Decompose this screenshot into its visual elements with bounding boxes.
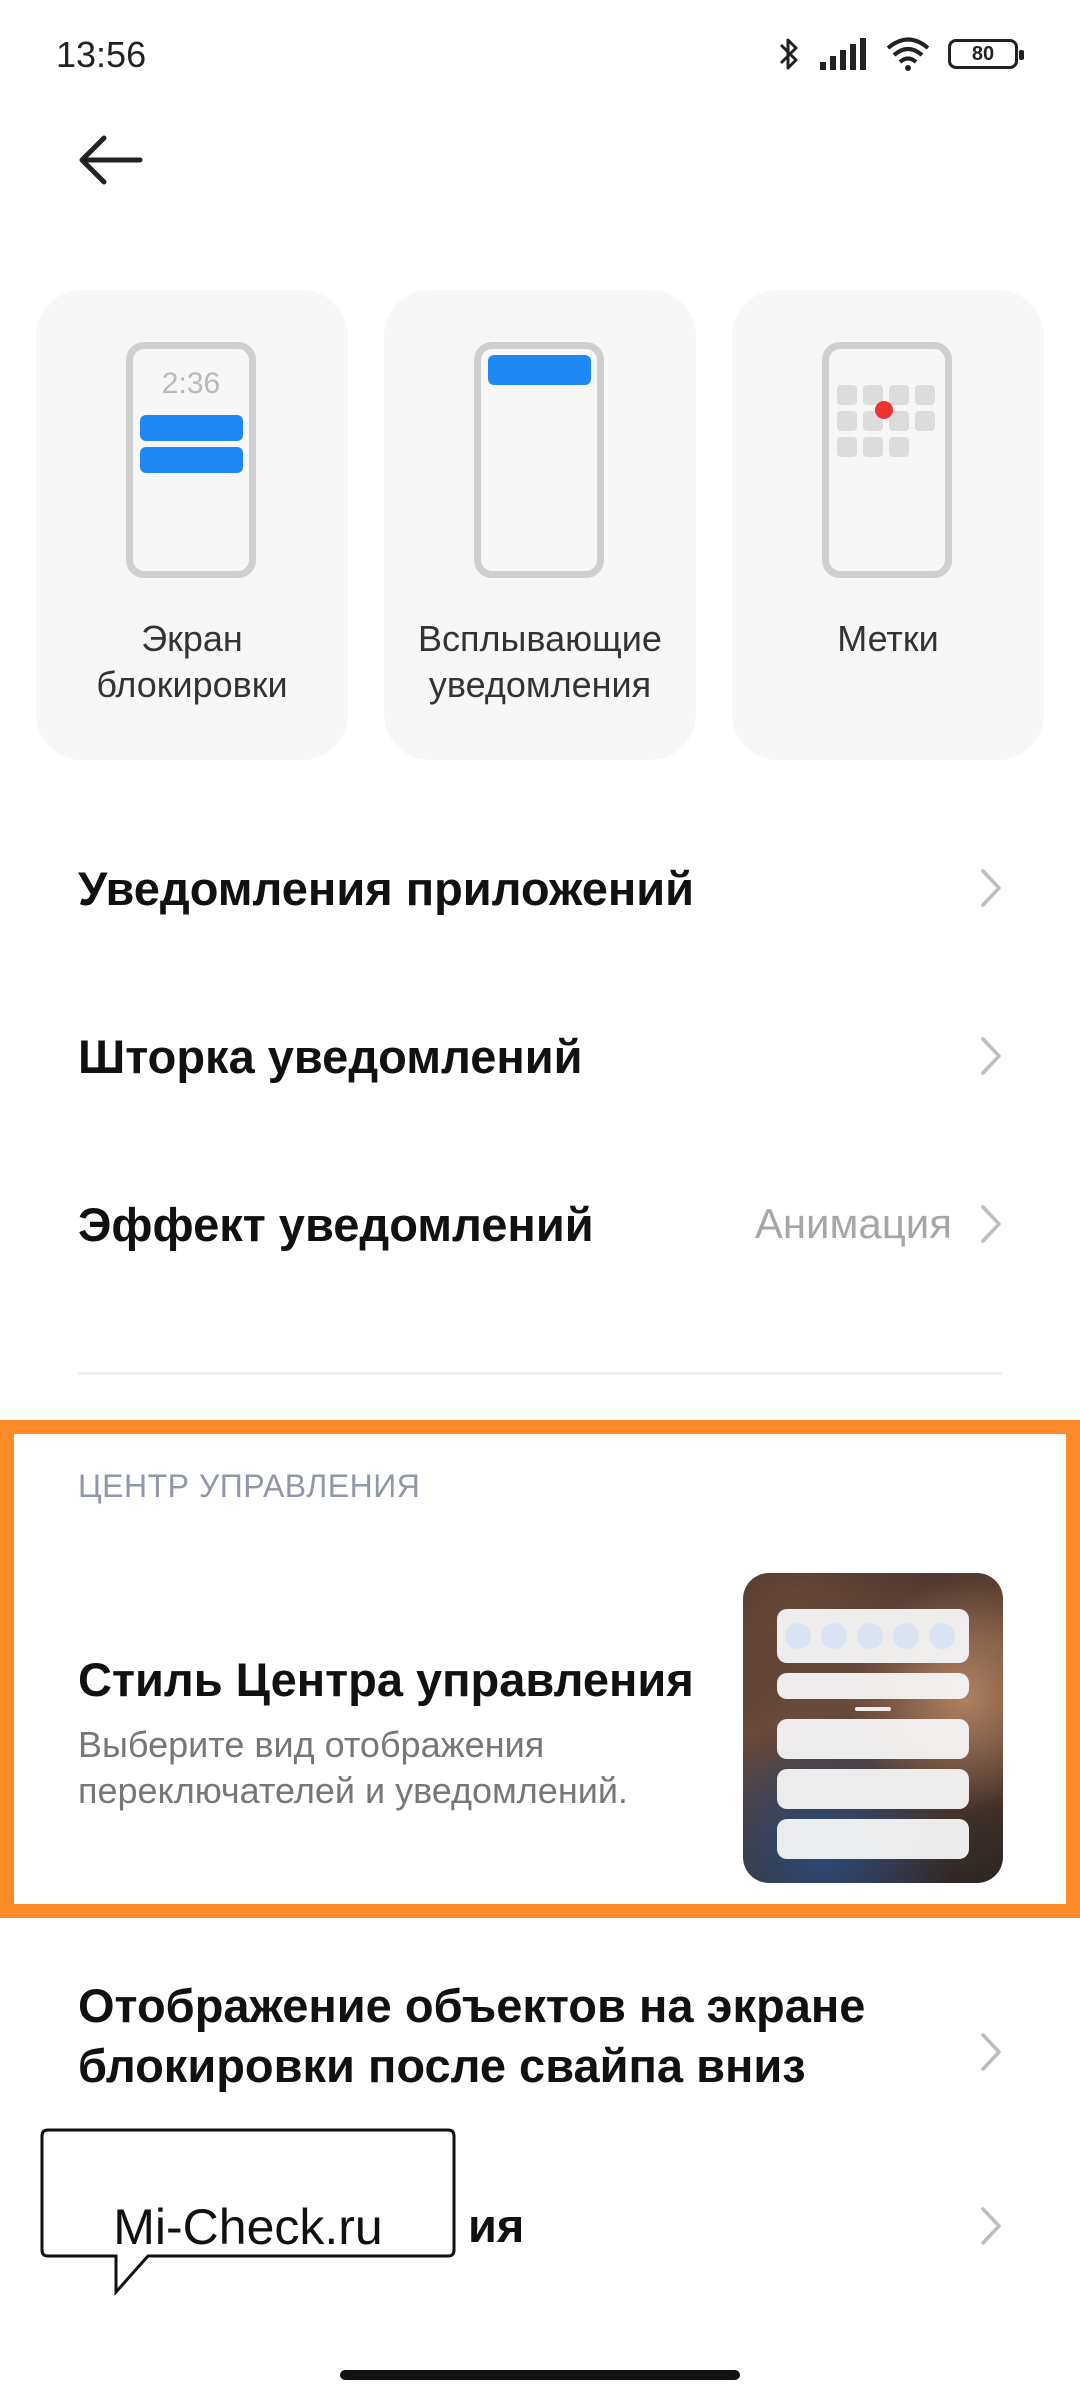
- card-label: Экран блокировки: [96, 618, 288, 705]
- preview-app-icon: [863, 437, 883, 457]
- preview-app-icon: [915, 411, 935, 431]
- preview-notification: [777, 1769, 969, 1809]
- list-item-title: Эффект уведомлений: [78, 1197, 594, 1251]
- preview-notification-bar: [488, 355, 591, 385]
- arrow-left-icon: [79, 135, 143, 185]
- card-floating-notifications[interactable]: Всплывающие уведомления: [384, 290, 696, 760]
- chevron-right-icon: [981, 1205, 1001, 1243]
- preview-app-icon: [837, 385, 857, 405]
- preview-toggle: [893, 1623, 919, 1649]
- preview-app-icon: [915, 385, 935, 405]
- preview-clock: 2:36: [161, 367, 221, 400]
- chevron-right-icon: [981, 2207, 1001, 2245]
- status-icons: 80: [778, 32, 1024, 76]
- divider: [78, 1372, 1002, 1375]
- back-button[interactable]: [76, 130, 146, 190]
- preview-app-icon: [889, 437, 909, 457]
- preview-notification-bar: [140, 447, 243, 473]
- chevron-right-icon: [981, 2033, 1001, 2071]
- floating-notification-preview: [474, 342, 604, 578]
- preview-toggle: [857, 1623, 883, 1649]
- preview-toggle-row: [777, 1609, 969, 1663]
- status-bar: 13:56 80: [0, 0, 1080, 110]
- status-time: 13:56: [56, 34, 147, 75]
- notification-shade-item[interactable]: Шторка уведомлений: [78, 1001, 1002, 1111]
- preview-slider: [777, 1673, 969, 1699]
- battery-icon: 80: [948, 39, 1024, 69]
- preview-notification: [777, 1819, 969, 1859]
- control-center-style-description: Выберите вид отображения переключателей …: [78, 1724, 628, 1811]
- preview-app-icon: [837, 437, 857, 457]
- preview-app-icon: [889, 385, 909, 405]
- list-item-value: Анимация: [754, 1200, 952, 1247]
- notification-effect-item[interactable]: Эффект уведомлений Анимация: [78, 1169, 1002, 1279]
- home-indicator[interactable]: [340, 2370, 740, 2380]
- lockscreen-swipe-item[interactable]: Отображение объектов на экране блокировк…: [78, 1976, 1002, 2106]
- preview-toggle: [785, 1623, 811, 1649]
- bluetooth-icon: [779, 38, 798, 70]
- preview-handle: [855, 1707, 891, 1711]
- preview-notification: [777, 1719, 969, 1759]
- watermark-text: Mi-Check.ru: [113, 2199, 383, 2255]
- list-item-title: Шторка уведомлений: [78, 1029, 583, 1083]
- card-badges[interactable]: Метки: [732, 290, 1044, 760]
- badges-preview: [822, 342, 952, 578]
- preview-notification-bar: [140, 415, 243, 441]
- card-label: Всплывающие уведомления: [418, 618, 662, 705]
- card-lock-screen[interactable]: 2:36 Экран блокировки: [36, 290, 348, 760]
- section-header: ЦЕНТР УПРАВЛЕНИЯ: [78, 1468, 421, 1504]
- preview-app-icon: [837, 411, 857, 431]
- preview-toggle: [929, 1623, 955, 1649]
- wifi-icon: [886, 37, 930, 71]
- list-item-title: Уведомления приложений: [78, 861, 695, 915]
- preview-toggle: [821, 1623, 847, 1649]
- badge-dot: [875, 401, 893, 419]
- list-item-title: Отображение объектов на экране блокировк…: [78, 1979, 866, 2092]
- chevron-right-icon: [981, 869, 1001, 907]
- control-center-style-preview[interactable]: [743, 1573, 1003, 1883]
- control-center-style-title[interactable]: Стиль Центра управления: [78, 1652, 694, 1707]
- notification-style-cards: 2:36 Экран блокировки Всплывающие уведом…: [36, 290, 1044, 760]
- app-notifications-item[interactable]: Уведомления приложений: [78, 833, 1002, 943]
- chevron-right-icon: [981, 1037, 1001, 1075]
- card-label: Метки: [837, 618, 939, 659]
- list-item-title: ия: [468, 2199, 525, 2252]
- lock-screen-preview: 2:36: [126, 342, 256, 578]
- signal-icon: [820, 38, 866, 70]
